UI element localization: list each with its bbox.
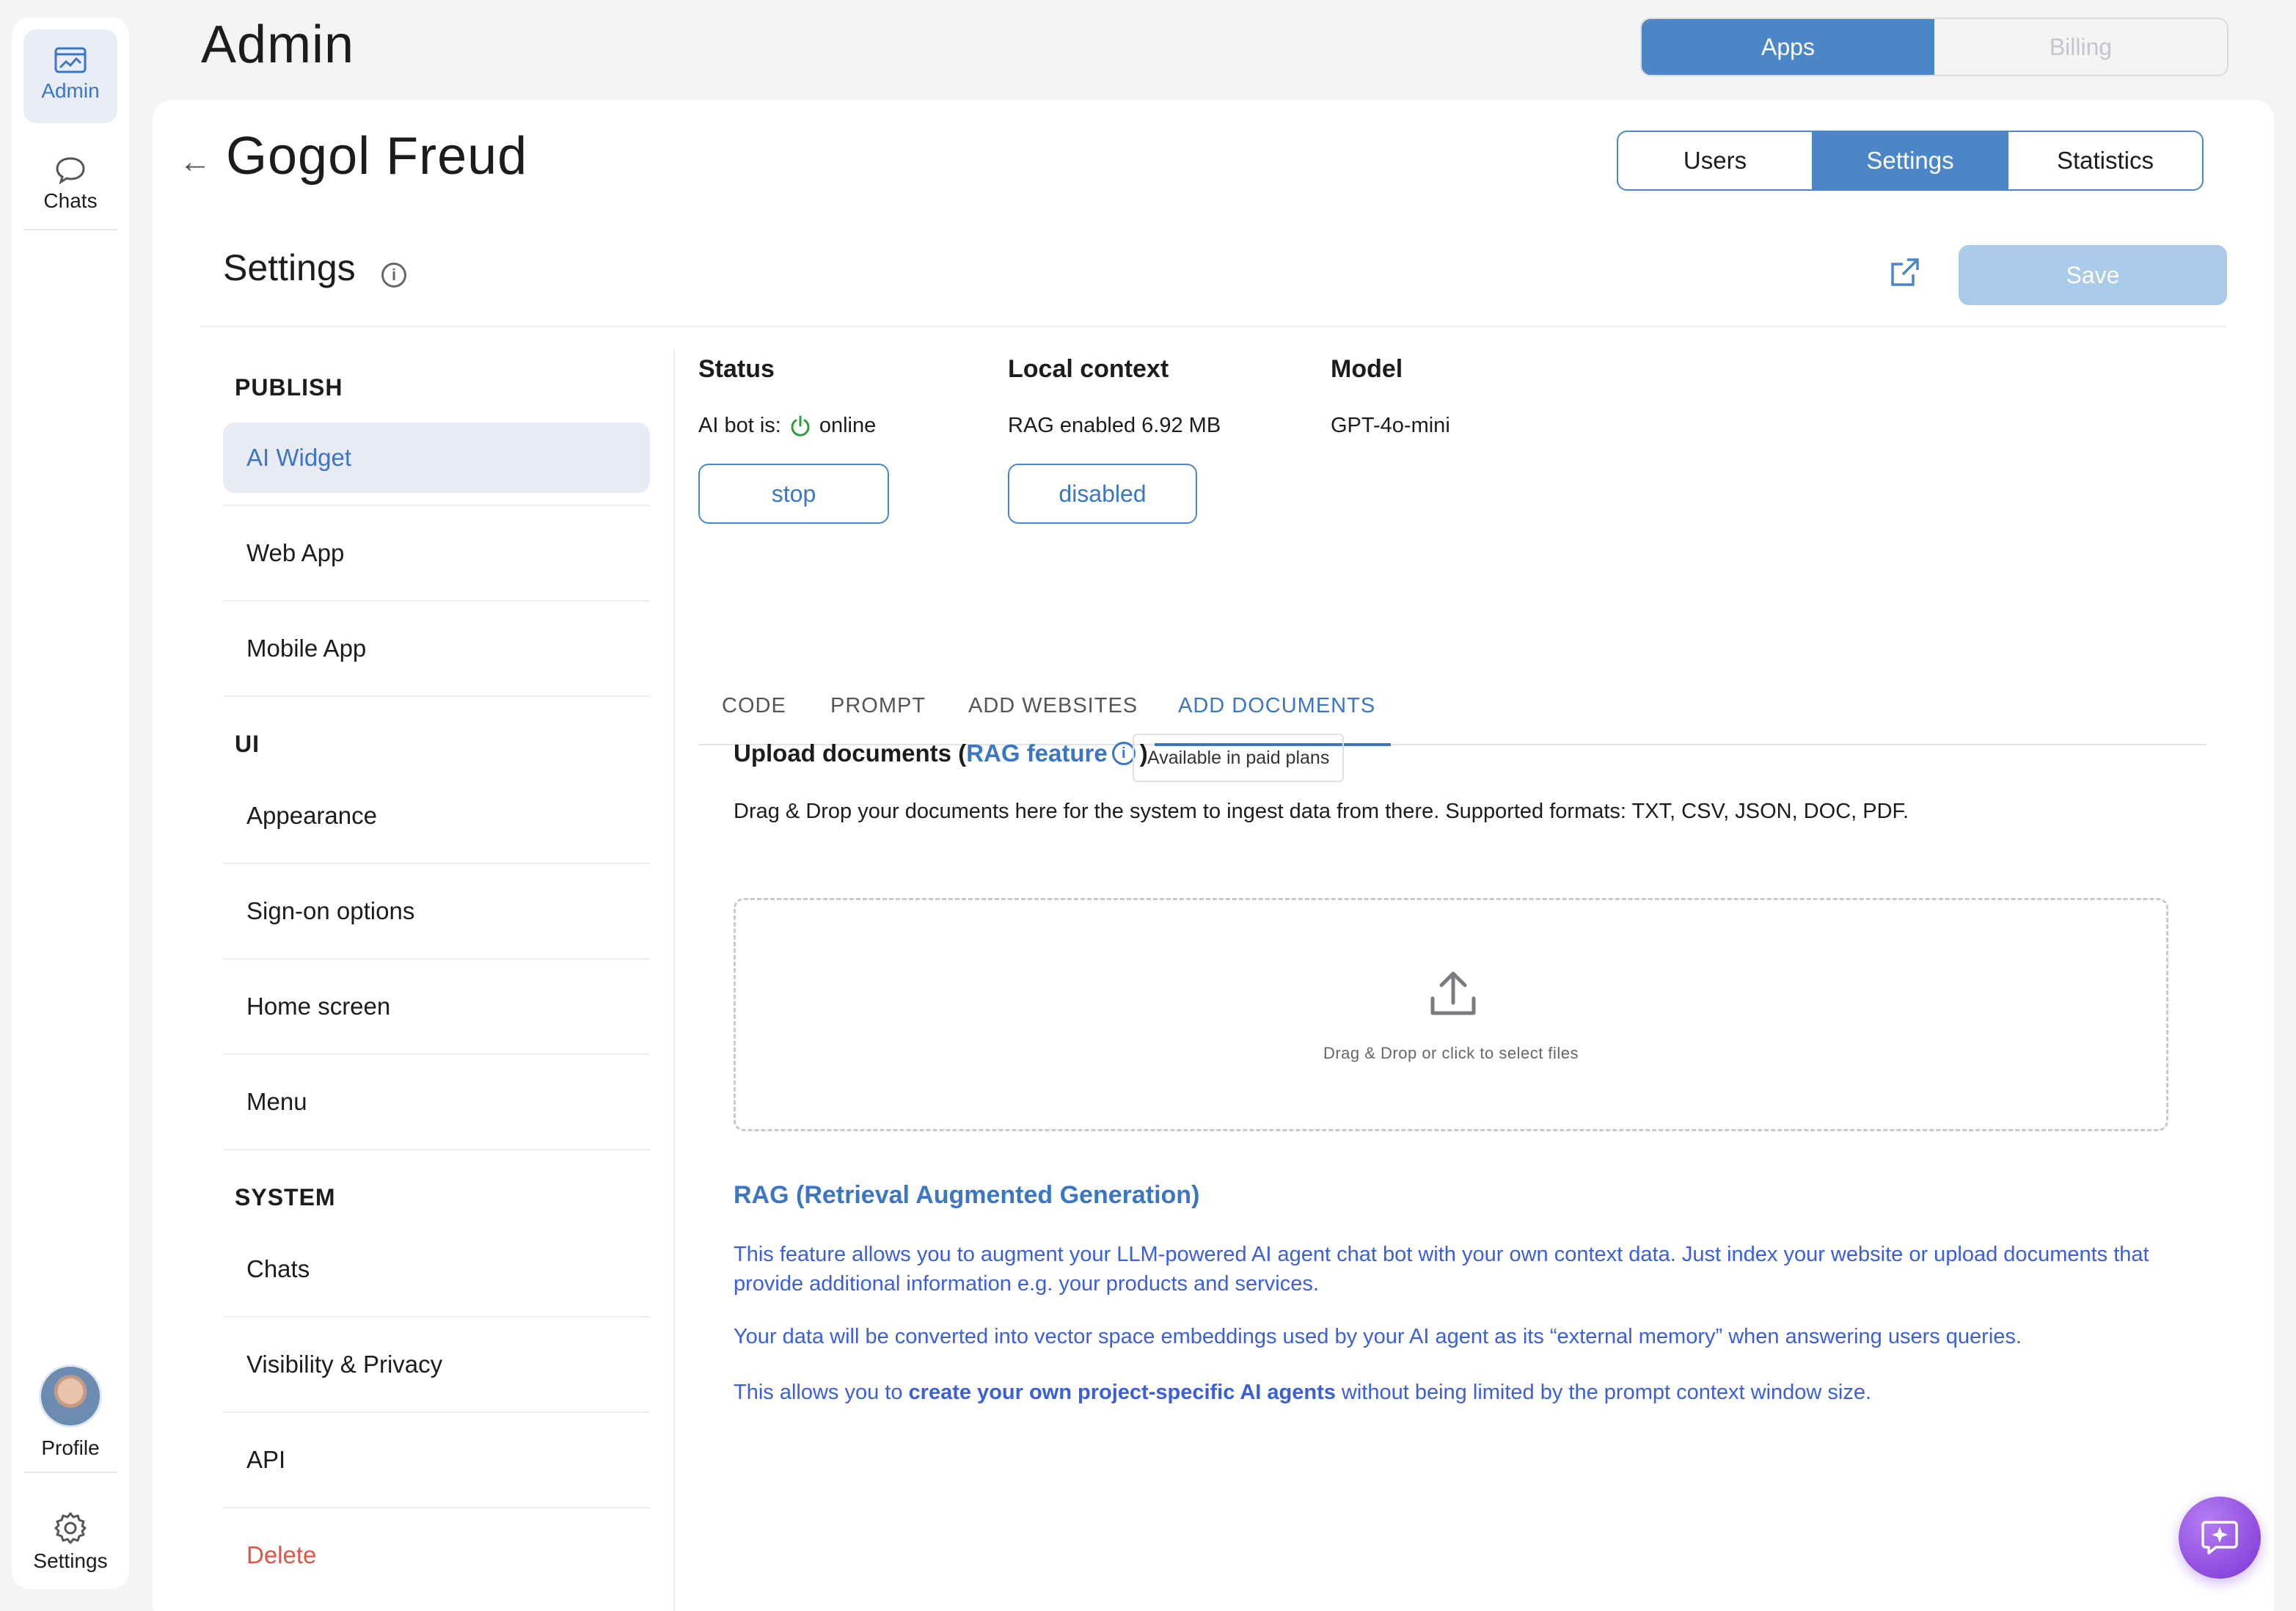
dropzone-text: Drag & Drop or click to select files <box>1323 1044 1579 1062</box>
bot-status-label: AI bot is: <box>698 414 781 437</box>
rail-settings-label: Settings <box>33 1549 108 1572</box>
tab-add-documents[interactable]: ADD DOCUMENTS <box>1178 694 1375 718</box>
rail-divider <box>23 229 117 230</box>
nav-item-api[interactable]: API <box>223 1425 650 1495</box>
rag-paragraph-3-post: without being limited by the prompt cont… <box>1335 1381 1872 1404</box>
divider <box>223 1053 650 1055</box>
rail-profile-label: Profile <box>41 1436 100 1459</box>
info-icon[interactable]: i <box>381 263 406 288</box>
nav-heading-system: SYSTEM <box>235 1184 336 1210</box>
divider <box>673 349 675 1611</box>
left-rail: Admin Chats Profile Settings <box>12 18 129 1589</box>
rag-paragraph-3-pre: This allows you to <box>734 1381 909 1404</box>
info-icon[interactable]: i <box>1111 742 1136 765</box>
nav-item-chats[interactable]: Chats <box>223 1234 650 1304</box>
divider <box>223 863 650 864</box>
tab-prompt[interactable]: PROMPT <box>830 694 926 718</box>
external-link-icon[interactable] <box>1887 255 1922 291</box>
tab-statistics[interactable]: Statistics <box>2008 132 2202 189</box>
rag-heading: RAG (Retrieval Augmented Generation) <box>734 1181 1200 1209</box>
chat-bubble-icon <box>56 157 85 185</box>
context-toggle-button[interactable]: disabled <box>1008 464 1197 524</box>
upload-description: Drag & Drop your documents here for the … <box>734 800 1909 823</box>
model-value: GPT-4o-mini <box>1331 414 1450 437</box>
nav-item-home-screen[interactable]: Home screen <box>223 971 650 1042</box>
rag-paragraph-3: This allows you to create your own proje… <box>734 1378 2157 1407</box>
bot-status-value: online <box>819 414 877 437</box>
divider <box>223 1316 650 1318</box>
app-tabs: Users Settings Statistics <box>1617 131 2204 191</box>
rag-paragraph-1: This feature allows you to augment your … <box>734 1243 2149 1296</box>
divider <box>223 695 650 697</box>
gear-icon <box>54 1512 87 1544</box>
nav-item-visibility-privacy[interactable]: Visibility & Privacy <box>223 1329 650 1400</box>
header-tabs: Apps Billing <box>1640 18 2229 76</box>
paid-plans-badge: Available in paid plans <box>1133 734 1345 782</box>
rail-divider <box>23 1472 117 1473</box>
status-heading: Status <box>698 355 775 383</box>
back-arrow-icon[interactable]: ← <box>179 144 211 180</box>
dashboard-icon <box>54 47 87 73</box>
rail-chats-label: Chats <box>43 189 98 212</box>
nav-item-appearance[interactable]: Appearance <box>223 781 650 851</box>
power-icon <box>791 415 810 436</box>
avatar <box>39 1365 102 1428</box>
nav-item-sign-on-options[interactable]: Sign-on options <box>223 876 650 946</box>
context-heading: Local context <box>1008 355 1169 383</box>
nav-item-mobile-app[interactable]: Mobile App <box>223 613 650 684</box>
tab-apps[interactable]: Apps <box>1642 19 1934 75</box>
main-card: ← Gogol Freud Users Settings Statistics … <box>153 100 2274 1611</box>
nav-item-ai-widget[interactable]: AI Widget <box>223 423 650 493</box>
rail-chats[interactable]: Chats <box>23 135 117 223</box>
ai-assistant-button[interactable] <box>2179 1497 2261 1579</box>
nav-item-web-app[interactable]: Web App <box>223 518 650 588</box>
rail-admin-label: Admin <box>41 79 100 102</box>
rag-paragraph-2: Your data will be converted into vector … <box>734 1325 2022 1348</box>
rail-admin[interactable]: Admin <box>23 29 117 123</box>
save-button[interactable]: Save <box>1959 245 2227 305</box>
tab-add-websites[interactable]: ADD WEBSITES <box>968 694 1138 718</box>
divider <box>223 600 650 602</box>
rag-feature-link[interactable]: RAG feature <box>966 739 1108 767</box>
upload-icon <box>1430 971 1476 1015</box>
bot-status: AI bot is: online <box>698 414 876 438</box>
divider <box>223 1411 650 1413</box>
divider <box>223 1149 650 1150</box>
stop-button[interactable]: stop <box>698 464 889 524</box>
upload-title-text: Upload documents ( <box>734 739 967 767</box>
rail-settings[interactable]: Settings <box>23 1497 117 1577</box>
tab-settings[interactable]: Settings <box>1813 132 2008 189</box>
app-name: Gogol Freud <box>226 127 528 186</box>
tab-code[interactable]: CODE <box>722 694 786 718</box>
upload-title: Upload documents ( RAG feature i ) <box>734 739 1148 767</box>
nav-item-menu[interactable]: Menu <box>223 1067 650 1137</box>
chat-sparkle-icon <box>2201 1521 2238 1555</box>
content-tabs: CODE PROMPT ADD WEBSITES ADD DOCUMENTS <box>698 665 2207 746</box>
nav-heading-publish: PUBLISH <box>235 374 343 401</box>
divider <box>223 505 650 506</box>
tab-users[interactable]: Users <box>1618 132 1813 189</box>
divider <box>223 958 650 960</box>
divider <box>200 326 2227 327</box>
page-title: Admin <box>201 15 355 74</box>
rail-profile[interactable]: Profile <box>23 1365 117 1475</box>
file-dropzone[interactable]: Drag & Drop or click to select files <box>734 898 2168 1131</box>
divider <box>223 1507 650 1508</box>
context-value: RAG enabled 6.92 MB <box>1008 414 1221 437</box>
nav-heading-ui: UI <box>235 731 260 757</box>
model-heading: Model <box>1331 355 1403 383</box>
settings-title: Settings <box>223 247 356 288</box>
nav-item-delete[interactable]: Delete <box>223 1520 650 1590</box>
rag-paragraph-3-bold: create your own project-specific AI agen… <box>908 1381 1336 1404</box>
tab-billing[interactable]: Billing <box>1934 19 2227 75</box>
